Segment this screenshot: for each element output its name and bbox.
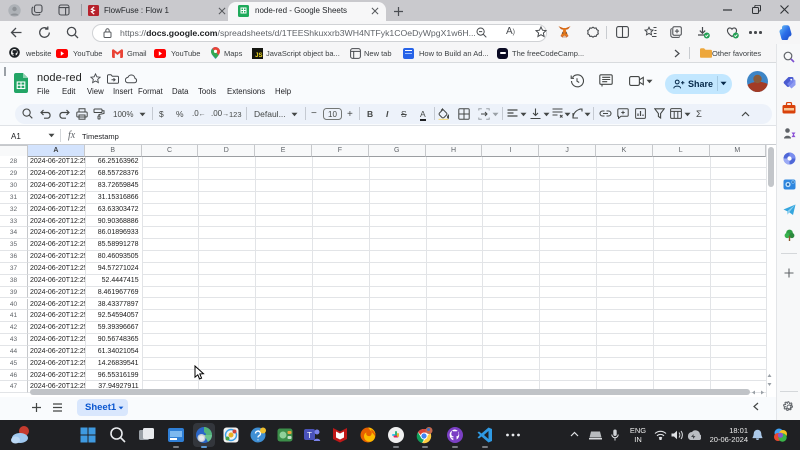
svg-text:T: T [307, 431, 312, 440]
